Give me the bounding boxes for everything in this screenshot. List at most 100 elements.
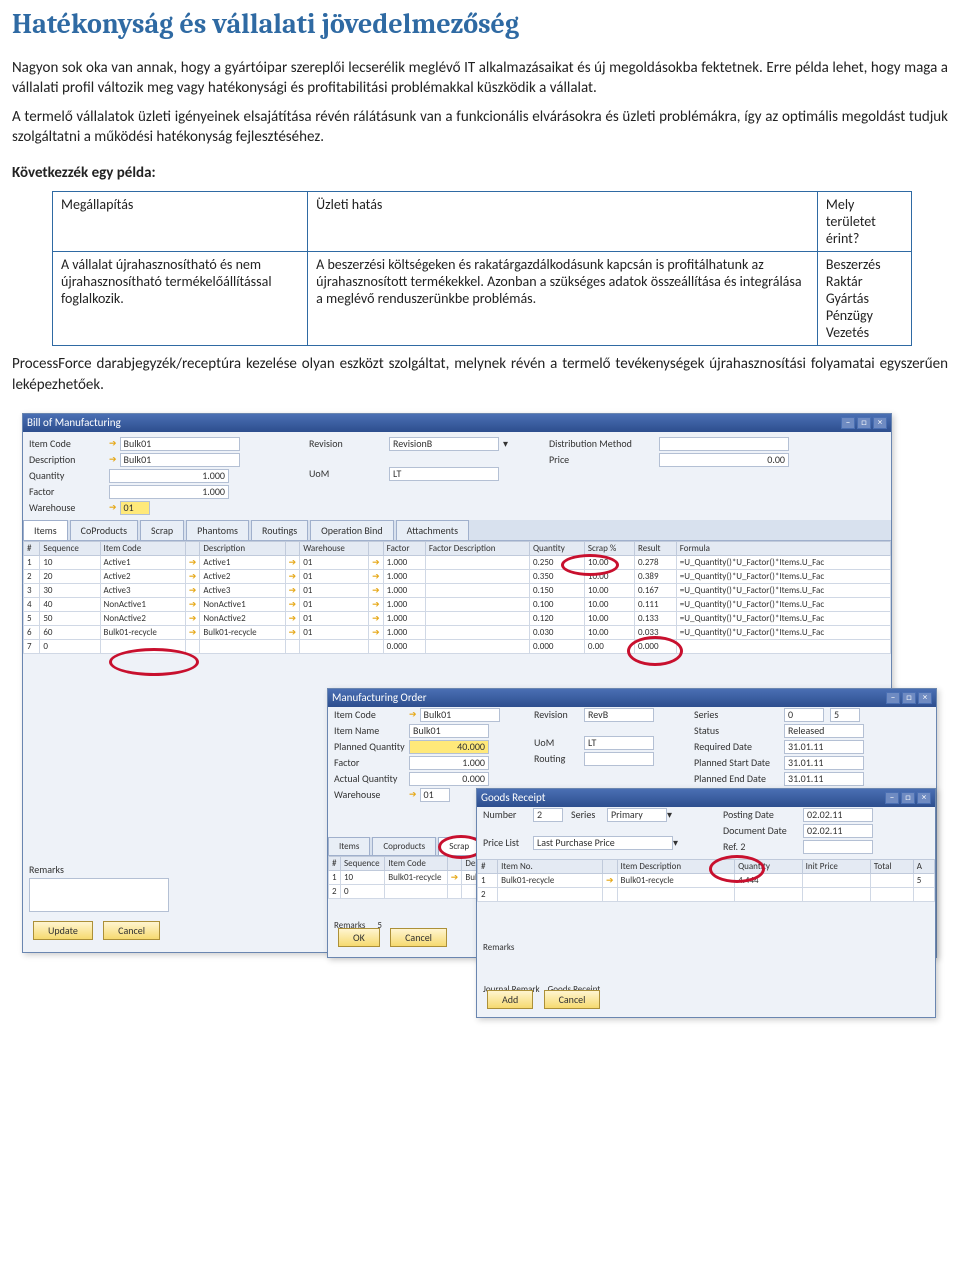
lbl-revision: Revision [309, 437, 389, 450]
remarks-input[interactable] [29, 878, 169, 912]
field-revision[interactable]: RevisionB [389, 437, 499, 451]
cancel-button-mo[interactable]: Cancel [390, 928, 447, 947]
cancel-button[interactable]: Cancel [103, 921, 160, 940]
field-mo-ped[interactable]: 31.01.11 [784, 772, 864, 786]
field-mo-whs[interactable]: 01 [420, 788, 450, 802]
field-mo-item-code[interactable]: Bulk01 [420, 708, 500, 722]
screenshot-composite: Bill of Manufacturing – □ × Item Code➔Bu… [22, 413, 942, 1023]
ok-button[interactable]: OK [338, 928, 380, 947]
dropdown-icon[interactable]: ▾ [667, 808, 672, 821]
lbl: Series [694, 708, 784, 721]
titlebar-mo: Manufacturing Order – □ × [328, 689, 936, 707]
field-gr-series[interactable]: Primary [607, 808, 667, 822]
lbl: Price List [483, 836, 533, 849]
link-arrow-icon[interactable]: ➔ [109, 438, 117, 449]
field-uom[interactable]: LT [389, 467, 499, 481]
field-gr-remarks[interactable] [483, 955, 603, 977]
minimize-icon[interactable]: – [886, 692, 900, 704]
lbl: Planned End Date [694, 772, 784, 785]
dropdown-icon[interactable]: ▾ [673, 836, 678, 849]
field-item-code[interactable]: Bulk01 [120, 437, 240, 451]
field-mo-reqdate[interactable]: 31.01.11 [784, 740, 864, 754]
window-title-bom: Bill of Manufacturing [27, 416, 121, 429]
lbl: Status [694, 724, 784, 737]
cell-2: A beszerzési költségeken és rakatárgazdá… [308, 252, 818, 346]
titlebar-gr: Goods Receipt – □ × [477, 789, 935, 807]
maximize-icon[interactable]: □ [902, 692, 916, 704]
gr-grid[interactable]: #Item No.Item DescriptionQuantityInit Pr… [477, 859, 935, 902]
col-header-2: Üzleti hatás [308, 192, 818, 252]
lbl-item-code: Item Code [29, 437, 109, 450]
lbl: Posting Date [723, 808, 803, 821]
tab-routings[interactable]: Routings [251, 520, 308, 540]
lbl-gr-remarks: Remarks [483, 942, 514, 953]
field-mo-status[interactable]: Released [784, 724, 864, 738]
intro-para-2: A termelő vállalatok üzleti igényeinek e… [12, 107, 948, 148]
close-icon[interactable]: × [873, 417, 887, 429]
field-gr-posting[interactable]: 02.02.11 [803, 808, 873, 822]
tab-mo-coproducts[interactable]: Coproducts [372, 837, 436, 855]
field-gr-pricelist[interactable]: Last Purchase Price [533, 836, 673, 850]
field-mo-routing[interactable] [584, 752, 654, 766]
lbl: Warehouse [334, 788, 409, 801]
field-mo-planqty[interactable]: 40.000 [409, 740, 489, 754]
titlebar-bom: Bill of Manufacturing – □ × [23, 414, 891, 432]
minimize-icon[interactable]: – [841, 417, 855, 429]
tab-coproducts[interactable]: CoProducts [70, 520, 138, 540]
dropdown-icon[interactable]: ▾ [503, 437, 508, 450]
field-description[interactable]: Bulk01 [120, 453, 240, 467]
bom-grid[interactable]: #SequenceItem CodeDescriptionWarehouseFa… [23, 541, 891, 654]
window-gr: Goods Receipt – □ × Number2SeriesPrimary… [476, 788, 936, 1018]
tab-mo-scrap[interactable]: Scrap [438, 837, 480, 855]
col-header-1: Megállapítás [53, 192, 308, 252]
close-icon[interactable]: × [918, 692, 932, 704]
field-factor[interactable]: 1.000 [109, 485, 229, 499]
field-mo-psd[interactable]: 31.01.11 [784, 756, 864, 770]
lbl-remarks: Remarks [29, 863, 64, 876]
field-mo-series[interactable]: 0 [784, 708, 824, 722]
cancel-button-gr[interactable]: Cancel [544, 990, 601, 1009]
tab-mo-items[interactable]: Items [328, 837, 370, 855]
lbl: UoM [534, 736, 584, 749]
cell-3: Beszerzés Raktár Gyártás Pénzügy Vezetés [817, 252, 911, 346]
lbl-warehouse: Warehouse [29, 501, 109, 514]
close-icon[interactable]: × [917, 792, 931, 804]
update-button[interactable]: Update [33, 921, 93, 940]
field-gr-number[interactable]: 2 [533, 808, 563, 822]
window-title-gr: Goods Receipt [481, 791, 545, 804]
link-arrow-icon[interactable]: ➔ [409, 789, 417, 800]
field-gr-ref[interactable] [803, 840, 873, 854]
link-arrow-icon[interactable]: ➔ [109, 454, 117, 465]
field-quantity[interactable]: 1.000 [109, 469, 229, 483]
page-title: Hatékonyság és vállalati jövedelmezőség [12, 8, 948, 40]
tab-scrap[interactable]: Scrap [140, 520, 184, 540]
lbl-factor: Factor [29, 485, 109, 498]
link-arrow-icon[interactable]: ➔ [109, 502, 117, 513]
field-mo-factor[interactable]: 1.000 [409, 756, 489, 770]
field-mo-actqty[interactable]: 0.000 [409, 772, 489, 786]
example-intro: Következzék egy példa: [12, 163, 948, 183]
maximize-icon[interactable]: □ [857, 417, 871, 429]
lbl: Item Name [334, 724, 409, 737]
lbl: Planned Quantity [334, 740, 409, 753]
field-mo-series2[interactable]: 5 [830, 708, 860, 722]
field-dist[interactable] [659, 437, 789, 451]
link-arrow-icon[interactable]: ➔ [409, 709, 417, 720]
lbl: Ref. 2 [723, 840, 803, 853]
tab-items[interactable]: Items [23, 520, 68, 540]
field-gr-doc[interactable]: 02.02.11 [803, 824, 873, 838]
field-warehouse[interactable]: 01 [120, 501, 150, 515]
field-mo-item-name[interactable]: Bulk01 [409, 724, 489, 738]
field-price[interactable]: 0.00 [659, 453, 789, 467]
tab-phantoms[interactable]: Phantoms [186, 520, 249, 540]
tab-attachments[interactable]: Attachments [396, 520, 469, 540]
lbl: Series [571, 808, 607, 821]
col-header-3: Mely területet érint? [817, 192, 911, 252]
minimize-icon[interactable]: – [885, 792, 899, 804]
tab-operation-bind[interactable]: Operation Bind [310, 520, 393, 540]
field-mo-rev[interactable]: RevB [584, 708, 654, 722]
lbl: Routing [534, 752, 584, 765]
add-button[interactable]: Add [487, 990, 533, 1009]
field-mo-uom[interactable]: LT [584, 736, 654, 750]
maximize-icon[interactable]: □ [901, 792, 915, 804]
